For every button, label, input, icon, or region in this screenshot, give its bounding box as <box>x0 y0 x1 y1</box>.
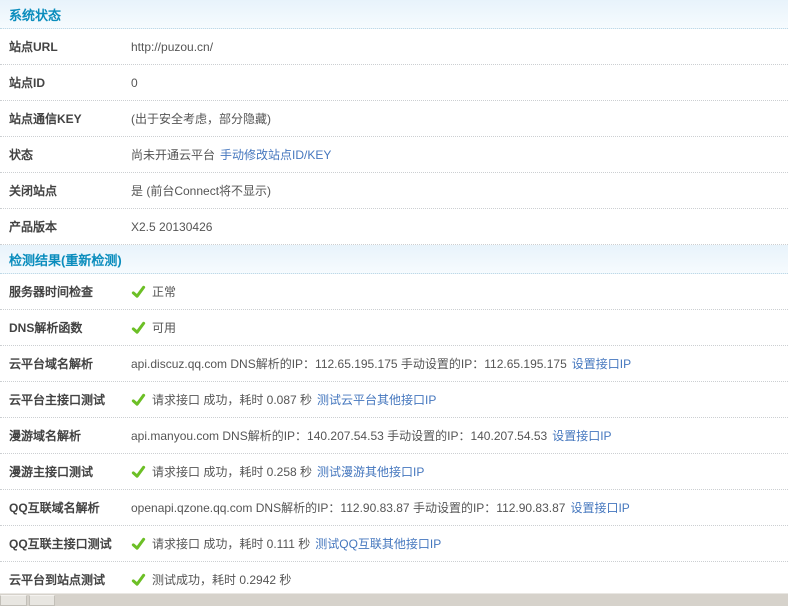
row-label: DNS解析函数 <box>9 321 83 335</box>
row-value: 请求接口 成功，耗时 0.087 秒 <box>152 393 313 407</box>
row-label: 状态 <box>9 148 34 162</box>
table-row-qq-api: QQ互联主接口测试 请求接口 成功，耗时 0.111 秒 测试QQ互联其他接口I… <box>0 526 788 562</box>
row-value: 0 <box>131 75 138 90</box>
row-label: 云平台到站点测试 <box>9 573 106 587</box>
row-label: 产品版本 <box>9 220 58 234</box>
row-value: 是 (前台Connect将不显示) <box>131 184 272 198</box>
check-icon <box>131 285 146 298</box>
table-row-manyou-dns: 漫游域名解析 api.manyou.com DNS解析的IP：140.207.5… <box>0 418 788 454</box>
row-label: 站点通信KEY <box>9 112 82 126</box>
row-value: 请求接口 成功，耗时 0.111 秒 <box>152 537 311 551</box>
check-icon <box>131 573 146 586</box>
row-label: QQ互联域名解析 <box>9 501 100 515</box>
row-value: 测试成功，耗时 0.2942 秒 <box>152 573 292 587</box>
section-header-check-results: 检测结果 (重新检测) <box>0 245 788 274</box>
row-value: http://puzou.cn/ <box>131 39 214 54</box>
table-row-server-time: 服务器时间检查 正常 <box>0 274 788 310</box>
row-value: (出于安全考虑，部分隐藏) <box>131 112 271 126</box>
test-qq-other-ip-link[interactable]: 测试QQ互联其他接口IP <box>315 535 441 552</box>
table-row-manyou-api: 漫游主接口测试 请求接口 成功，耗时 0.258 秒 测试漫游其他接口IP <box>0 454 788 490</box>
row-label: 关闭站点 <box>9 184 58 198</box>
modify-site-id-key-link[interactable]: 手动修改站点ID/KEY <box>220 146 331 163</box>
table-row-site-id: 站点ID 0 <box>0 65 788 101</box>
row-value: X2.5 20130426 <box>131 219 213 234</box>
row-label: 服务器时间检查 <box>9 285 94 299</box>
set-interface-ip-link[interactable]: 设置接口IP <box>572 355 631 372</box>
row-value: 正常 <box>152 285 177 299</box>
row-value: api.discuz.qq.com DNS解析的IP：112.65.195.17… <box>131 357 567 371</box>
section-header-system-status: 系统状态 <box>0 0 788 29</box>
test-cloud-other-ip-link[interactable]: 测试云平台其他接口IP <box>317 391 436 408</box>
set-interface-ip-link[interactable]: 设置接口IP <box>570 499 629 516</box>
table-row-site-url: 站点URL http://puzou.cn/ <box>0 29 788 65</box>
row-label: 站点URL <box>9 40 58 54</box>
check-icon <box>131 537 146 550</box>
row-value: 可用 <box>152 321 177 335</box>
section-title: 系统状态 <box>9 7 62 23</box>
status-bar <box>0 593 788 606</box>
check-icon <box>131 393 146 406</box>
row-label: 云平台域名解析 <box>9 357 94 371</box>
table-row-close-site: 关闭站点 是 (前台Connect将不显示) <box>0 173 788 209</box>
table-row-product-version: 产品版本 X2.5 20130426 <box>0 209 788 245</box>
table-row-cloud-dns: 云平台域名解析 api.discuz.qq.com DNS解析的IP：112.6… <box>0 346 788 382</box>
row-value: 尚未开通云平台 <box>131 148 216 162</box>
table-row-cloud-api: 云平台主接口测试 请求接口 成功，耗时 0.087 秒 测试云平台其他接口IP <box>0 382 788 418</box>
row-label: 云平台主接口测试 <box>9 393 106 407</box>
table-row-status: 状态 尚未开通云平台 手动修改站点ID/KEY <box>0 137 788 173</box>
row-value: openapi.qzone.qq.com DNS解析的IP：112.90.83.… <box>131 501 566 515</box>
table-row-qq-dns: QQ互联域名解析 openapi.qzone.qq.com DNS解析的IP：1… <box>0 490 788 526</box>
table-row-site-key: 站点通信KEY (出于安全考虑，部分隐藏) <box>0 101 788 137</box>
check-icon <box>131 321 146 334</box>
row-value: api.manyou.com DNS解析的IP：140.207.54.53 手动… <box>131 429 548 443</box>
set-interface-ip-link[interactable]: 设置接口IP <box>552 427 611 444</box>
row-label: 漫游主接口测试 <box>9 465 94 479</box>
section-title: 检测结果 <box>9 252 62 268</box>
status-bar-pane <box>0 595 27 606</box>
recheck-link[interactable]: (重新检测) <box>61 250 122 269</box>
table-row-dns-func: DNS解析函数 可用 <box>0 310 788 346</box>
row-label: 漫游域名解析 <box>9 429 82 443</box>
check-icon <box>131 465 146 478</box>
test-manyou-other-ip-link[interactable]: 测试漫游其他接口IP <box>317 463 424 480</box>
status-bar-pane <box>29 595 55 606</box>
row-label: 站点ID <box>9 76 46 90</box>
row-value: 请求接口 成功，耗时 0.258 秒 <box>152 465 313 479</box>
row-label: QQ互联主接口测试 <box>9 537 112 551</box>
